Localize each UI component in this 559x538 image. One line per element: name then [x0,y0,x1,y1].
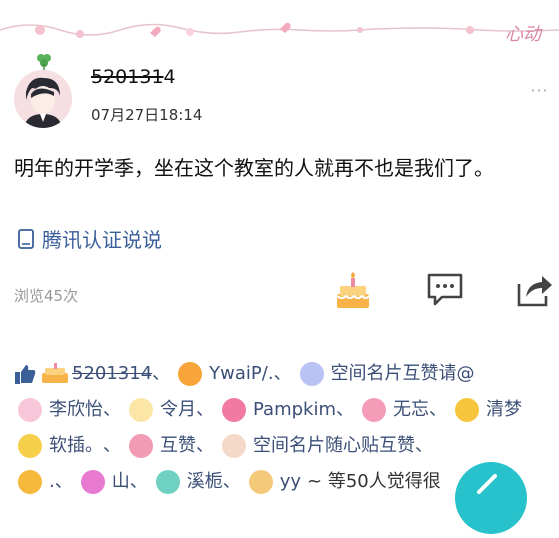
liker-name[interactable]: yy [280,464,301,500]
flower-icon [129,434,153,458]
likes-summary: ~ 等50人觉得很 [307,471,441,492]
liker-name[interactable]: YwaiP/. [209,356,273,392]
header-decoration [0,22,559,38]
liker-name[interactable]: 清梦 [486,392,522,428]
header-decor-text: 心动 [505,24,541,45]
temple-icon [222,434,246,458]
liker-name[interactable]: 5201314 [72,356,152,392]
post-timestamp: 07月27日18:14 [91,106,203,124]
likes-row: 软插。、 互赞、 空间名片随心贴互赞、 [14,428,554,464]
thumbs-up-icon [15,365,36,384]
music-icon [178,362,203,386]
username-tail: 4 [163,66,176,88]
liker-name[interactable]: 空间名片互赞请@ [331,356,475,392]
post-content: 明年的开学季，坐在这个教室的人就再不也是我们了。 [14,156,494,180]
bell-icon [248,470,273,494]
username[interactable]: 5201314 [91,66,176,88]
avatar-image [14,70,72,128]
liker-name[interactable]: 山 [112,464,130,500]
source-label: 腾讯认证说说 [42,228,162,252]
edit-icon [477,474,497,494]
star-icon [18,434,42,458]
coin-icon [455,398,479,422]
post-source[interactable]: 腾讯认证说说 [16,224,162,253]
flower-icon [362,398,386,422]
cup-icon [18,470,42,494]
share-icon[interactable] [516,272,554,308]
avatar[interactable] [14,54,74,128]
liker-name[interactable]: 互赞 [160,428,196,464]
clover-icon [37,54,51,70]
cake-badge-icon [42,363,68,383]
comment-icon[interactable] [426,272,464,308]
likes-row: 5201314、 YwaiP/.、 空间名片互赞请@ [14,356,554,392]
liker-name[interactable]: 无忘 [393,392,429,428]
view-count: 浏览45次 [14,287,79,305]
gift-icon [18,398,42,422]
compose-button[interactable] [455,462,527,534]
liker-name[interactable]: 令月 [160,392,196,428]
crown-icon [222,398,246,422]
star-icon [80,470,105,494]
more-options-icon[interactable]: ⋯ [530,80,549,101]
likes-row: 李欣怡、 令月、 Pampkim、 无忘、 清梦 [14,392,554,428]
liker-name[interactable]: 软插。 [49,428,103,464]
leaf-icon [155,470,180,494]
username-struck: 520131 [91,66,164,88]
liker-name[interactable]: Pampkim [253,392,336,428]
liker-name[interactable]: 李欣怡 [49,392,103,428]
cake-icon[interactable] [334,272,372,312]
moon-icon [129,398,153,422]
device-icon [18,228,34,249]
moon-icon [299,362,324,386]
liker-name[interactable]: 空间名片随心贴互赞 [253,428,415,464]
liker-name[interactable]: 溪栀 [187,464,223,500]
